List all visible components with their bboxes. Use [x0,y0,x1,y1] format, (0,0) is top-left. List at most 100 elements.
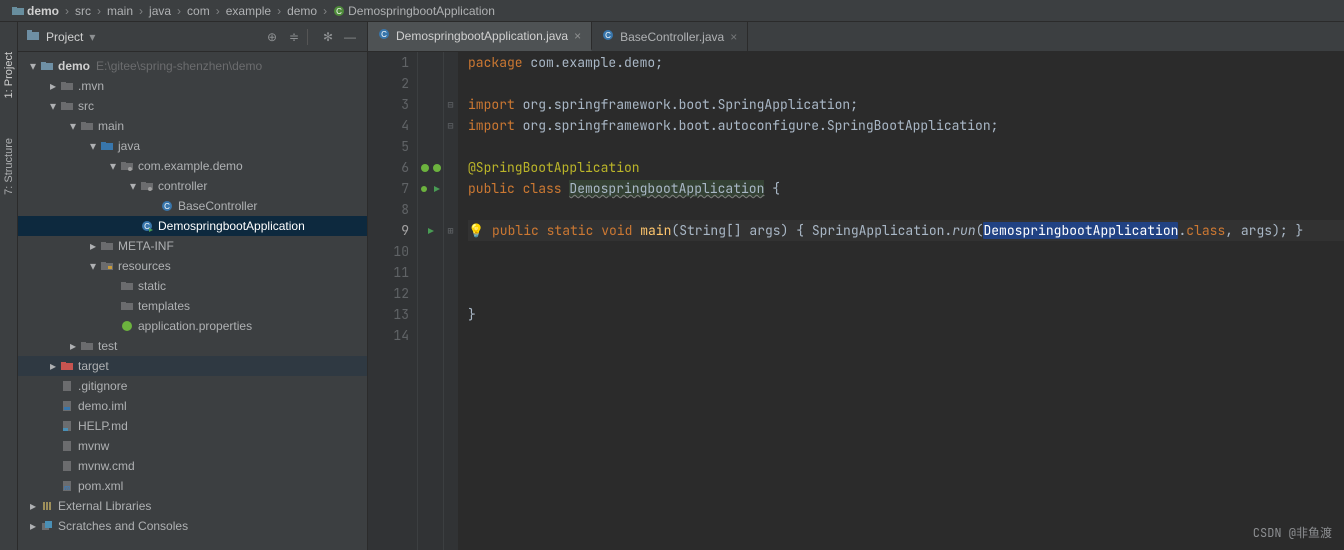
svg-text:C: C [336,7,342,16]
crumb-label: demo [27,4,59,18]
expand-button[interactable]: ≑ [285,28,303,46]
code-token: class [1186,222,1225,239]
tree-item-java[interactable]: ▾ java [18,136,367,156]
tree-item-templates[interactable]: templates [18,296,367,316]
hide-button[interactable]: — [341,28,359,46]
expand-icon: ▾ [106,159,120,173]
package-icon [140,180,154,192]
line-number: 4 [368,115,409,136]
tree-item-pom[interactable]: mpom.xml [18,476,367,496]
tree-item-test[interactable]: ▸test [18,336,367,356]
svg-text:m: m [64,485,70,492]
tree-item-gitignore[interactable]: .gitignore [18,376,367,396]
tree-scratches[interactable]: ▸Scratches and Consoles [18,516,367,536]
tree-label: application.properties [138,319,252,333]
expand-icon: ▸ [66,339,80,353]
tree-label: mvnw.cmd [78,459,135,473]
code-token: package [468,54,523,71]
chevron-icon: › [275,4,283,18]
breadcrumb-item[interactable]: com [183,4,214,18]
tree-item-metainf[interactable]: ▸META-INF [18,236,367,256]
tree-item-mvnwcmd[interactable]: mvnw.cmd [18,456,367,476]
tree-label: mvnw [78,439,109,453]
tree-item-target[interactable]: ▸target [18,356,367,376]
line-number-gutter: 1 2 3 4 5 6 7 8 9 10 11 12 13 14 [368,52,418,550]
tree-label: demo.iml [78,399,127,413]
tree-item-resources[interactable]: ▾resources [18,256,367,276]
tree-item-static[interactable]: static [18,276,367,296]
line-number: 6 [368,157,409,178]
tree-item-help[interactable]: HELP.md [18,416,367,436]
tree-item-mvnw[interactable]: mvnw [18,436,367,456]
folder-icon [80,340,94,352]
breadcrumb-item[interactable]: java [145,4,175,18]
watermark: CSDN @非鱼渡 [1253,523,1332,544]
code-token: @SpringBootApplication [468,159,640,176]
breadcrumb-item[interactable]: main [103,4,137,18]
editor-tab-app[interactable]: CDemospringbootApplication.java× [368,22,592,51]
code-token: SpringApplication. [812,222,952,239]
tree-external-libraries[interactable]: ▸External Libraries [18,496,367,516]
tree-project-root[interactable]: ▾demoE:\gitee\spring-shenzhen\demo [18,56,367,76]
excluded-folder-icon [60,360,74,372]
line-number: 5 [368,136,409,157]
locate-button[interactable]: ⊕ [263,28,281,46]
tree-label: src [78,99,94,113]
breadcrumb-item[interactable]: demo [283,4,321,18]
folder-icon [60,80,74,92]
expand-icon: ▾ [46,99,60,113]
fold-icon[interactable]: ⊞ [444,220,457,241]
run-gutter-icon[interactable] [418,220,443,241]
tree-item-package[interactable]: ▾com.example.demo [18,156,367,176]
tab-label: BaseController.java [620,30,724,44]
close-icon[interactable]: × [730,30,737,44]
tree-label: HELP.md [78,419,128,433]
line-number: 11 [368,262,409,283]
code-token: org.springframework.boot.autoconfigure.S… [515,117,999,134]
breadcrumb-item[interactable]: src [71,4,95,18]
editor-tab-basecontroller[interactable]: CBaseController.java× [592,22,748,51]
line-number: 12 [368,283,409,304]
toolstrip-structure[interactable]: 7: Structure [3,138,15,195]
close-icon[interactable]: × [574,29,581,43]
breadcrumb-item[interactable]: demo [8,4,63,18]
toolstrip-project[interactable]: 1: Project [3,52,15,98]
expand-icon: ▾ [86,139,100,153]
settings-button[interactable]: ✻ [319,28,337,46]
tree-label: static [138,279,166,293]
project-icon [26,28,40,45]
folder-icon [120,280,134,292]
code-editor[interactable]: 1 2 3 4 5 6 7 8 9 10 11 12 13 14 [368,52,1344,550]
tree-item-app[interactable]: CDemospringbootApplication [18,216,367,236]
code-content[interactable]: package com.example.demo; import org.spr… [458,52,1344,550]
tree-label: java [118,139,140,153]
tree-item-mvn[interactable]: ▸.mvn [18,76,367,96]
run-gutter-icon[interactable] [418,178,443,199]
tree-item-main[interactable]: ▾main [18,116,367,136]
code-token: { [764,180,780,197]
crumb-label: com [187,4,210,18]
line-number: 7 [368,178,409,199]
fold-icon[interactable]: ⊟ [444,115,457,136]
tree-item-basecontroller[interactable]: CBaseController [18,196,367,216]
class-icon: C [160,200,174,212]
tree-item-src[interactable]: ▾ src [18,96,367,116]
tab-label: DemospringbootApplication.java [396,29,568,43]
line-number: 10 [368,241,409,262]
chevron-icon: › [214,4,222,18]
chevron-icon: › [175,4,183,18]
tree-item-appprops[interactable]: application.properties [18,316,367,336]
tree-item-controller[interactable]: ▾controller [18,176,367,196]
expand-icon: ▸ [46,79,60,93]
spring-bean-gutter-icon[interactable] [418,157,443,178]
class-run-icon: C [140,220,154,232]
markdown-icon [60,420,74,432]
breadcrumb-item[interactable]: CDemospringbootApplication [329,4,499,18]
intention-bulb-icon[interactable]: 💡 [468,222,492,239]
breadcrumb-item[interactable]: example [222,4,275,18]
fold-icon[interactable]: ⊟ [444,94,457,115]
code-token: public static void [492,222,640,239]
dropdown-icon[interactable]: ▾ [89,30,95,44]
tree-item-iml[interactable]: demo.iml [18,396,367,416]
folder-icon [60,100,74,112]
